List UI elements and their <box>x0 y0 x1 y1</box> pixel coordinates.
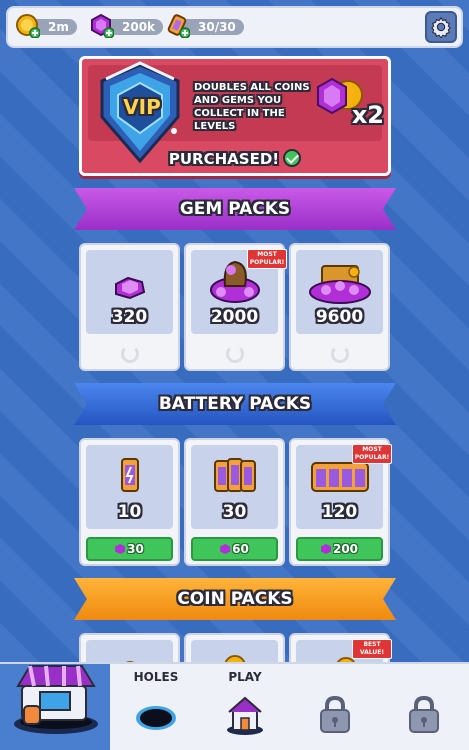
gem-chest-icon <box>309 265 371 304</box>
check-icon <box>283 149 302 167</box>
gem-pack-320[interactable]: 320 <box>79 243 180 371</box>
tab-locked-2[interactable] <box>394 664 454 750</box>
battery-bundle-icon <box>214 458 256 492</box>
top-resource-bar: 2m 200k 30/30 <box>6 6 463 48</box>
price-label: 60 <box>232 542 249 556</box>
gear-icon <box>431 16 451 38</box>
tab-holes[interactable]: HOLES <box>126 664 186 750</box>
buy-button[interactable]: 60 <box>191 537 278 561</box>
pack-quantity: 9600 <box>315 307 364 327</box>
coin-icon <box>16 14 40 38</box>
vip-badge-label: VIP <box>123 95 161 119</box>
vip-multiplier: x2 <box>312 75 384 131</box>
battery-pack-10[interactable]: 10 30 <box>79 438 180 566</box>
gem-packs-header: GEM PACKS <box>74 188 396 230</box>
gem-icon <box>91 14 114 38</box>
hole-icon <box>136 706 176 730</box>
best-value-badge: BEST VALUE! <box>352 639 392 659</box>
home-icon <box>227 696 263 735</box>
loading-spinner-icon <box>331 345 349 363</box>
tab-play[interactable]: PLAY <box>215 664 275 750</box>
battery-pack-30[interactable]: 30 60 <box>184 438 285 566</box>
gem-icon <box>115 544 126 554</box>
pack-quantity: 320 <box>111 307 148 327</box>
loading-spinner-icon <box>226 345 244 363</box>
multiplier-label: x2 <box>351 101 384 129</box>
battery-packs-header: BATTERY PACKS <box>74 383 396 425</box>
tab-label: PLAY <box>228 670 262 684</box>
price-label: 200 <box>332 542 359 556</box>
gem-icon <box>320 544 331 554</box>
coin-packs-header: COIN PACKS <box>74 578 396 620</box>
battery-pack-120[interactable]: MOST POPULAR! 120 200 <box>289 438 392 566</box>
pack-quantity: 120 <box>321 502 358 522</box>
price-label: 30 <box>127 542 144 556</box>
buy-button[interactable]: 30 <box>86 537 173 561</box>
pack-quantity: 10 <box>117 502 142 522</box>
shop-icon <box>14 665 98 734</box>
vip-description: DOUBLES ALL COINS AND GEMS YOU COLLECT I… <box>194 82 310 132</box>
gem-pack-2000[interactable]: MOST POPULAR! 2000 <box>184 243 287 371</box>
tab-shop[interactable] <box>0 664 110 750</box>
lock-icon <box>320 695 350 733</box>
settings-button[interactable] <box>425 11 457 43</box>
vip-status-label: PURCHASED! <box>168 150 280 168</box>
vip-card[interactable]: VIP DOUBLES ALL COINS AND GEMS YOU COLLE… <box>79 56 391 176</box>
lock-icon <box>409 695 439 733</box>
popular-badge: MOST POPULAR! <box>352 444 392 464</box>
bottom-navigation: HOLES PLAY <box>0 662 469 750</box>
popular-badge: MOST POPULAR! <box>247 249 287 269</box>
gem-pile-small-icon <box>115 276 146 300</box>
vip-status: PURCHASED! <box>82 149 388 168</box>
tab-label: HOLES <box>133 670 179 684</box>
pack-quantity: 30 <box>222 502 247 522</box>
buy-button[interactable]: 200 <box>296 537 383 561</box>
pack-quantity: 2000 <box>210 307 259 327</box>
battery-icon <box>167 14 190 38</box>
loading-spinner-icon <box>121 345 139 363</box>
gem-pack-9600[interactable]: 9600 <box>289 243 390 371</box>
battery-single-icon <box>121 458 139 492</box>
tab-locked-1[interactable] <box>305 664 365 750</box>
gem-icon <box>220 544 231 554</box>
